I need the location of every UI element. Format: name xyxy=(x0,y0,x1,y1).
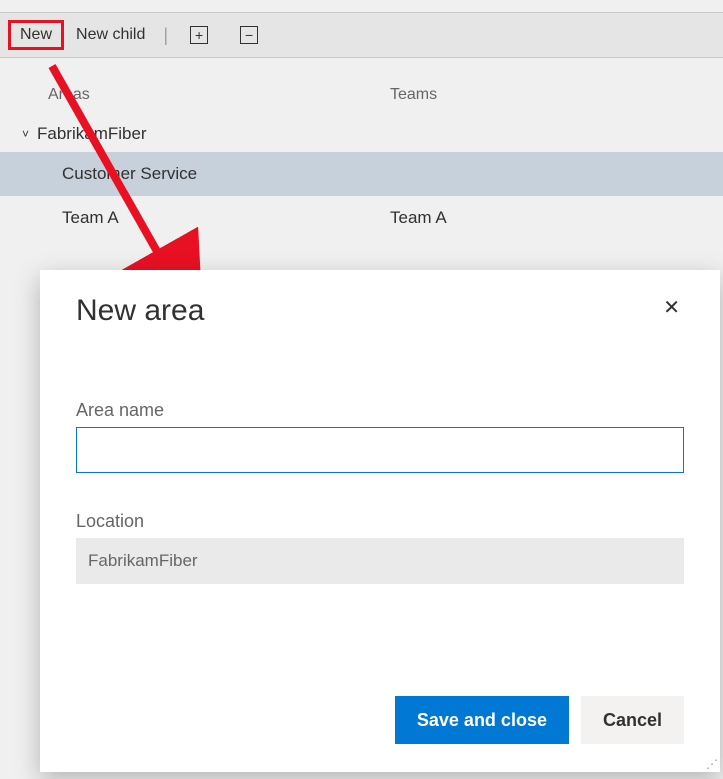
tree-area-cell: Team A xyxy=(0,208,390,228)
collapse-all-icon[interactable]: − xyxy=(240,26,258,44)
new-child-button[interactable]: New child xyxy=(64,20,157,50)
close-icon[interactable]: ✕ xyxy=(659,294,684,322)
area-name-label: Area name xyxy=(76,400,684,421)
resize-grip-icon[interactable]: ⋰ xyxy=(706,758,718,770)
tree-root-node[interactable]: ˅ FabrikamFiber xyxy=(0,116,723,152)
area-name-input[interactable] xyxy=(76,427,684,473)
areas-tree: ˅ FabrikamFiber Customer Service Team A … xyxy=(0,116,723,240)
tree-root-label: FabrikamFiber xyxy=(37,124,147,144)
tree-area-cell: Customer Service xyxy=(0,164,390,184)
tree-team-cell: Team A xyxy=(390,208,723,228)
location-label: Location xyxy=(76,511,684,532)
chevron-down-icon[interactable]: ˅ xyxy=(22,127,29,141)
dialog-title: New area xyxy=(76,294,204,328)
areas-column-header: Areas xyxy=(0,86,390,104)
toolbar-separator: | xyxy=(163,25,168,46)
tree-row-selected[interactable]: Customer Service xyxy=(0,152,723,196)
column-headers: Areas Teams xyxy=(0,58,723,116)
expand-all-icon[interactable]: + xyxy=(190,26,208,44)
tree-row[interactable]: Team A Team A xyxy=(0,196,723,240)
location-input[interactable] xyxy=(76,538,684,584)
cancel-button[interactable]: Cancel xyxy=(581,696,684,744)
new-button[interactable]: New xyxy=(8,20,64,50)
new-area-dialog: New area ✕ Area name Location Save and c… xyxy=(40,270,720,772)
toolbar: New New child | + − xyxy=(0,12,723,58)
save-and-close-button[interactable]: Save and close xyxy=(395,696,569,744)
teams-column-header: Teams xyxy=(390,86,723,104)
